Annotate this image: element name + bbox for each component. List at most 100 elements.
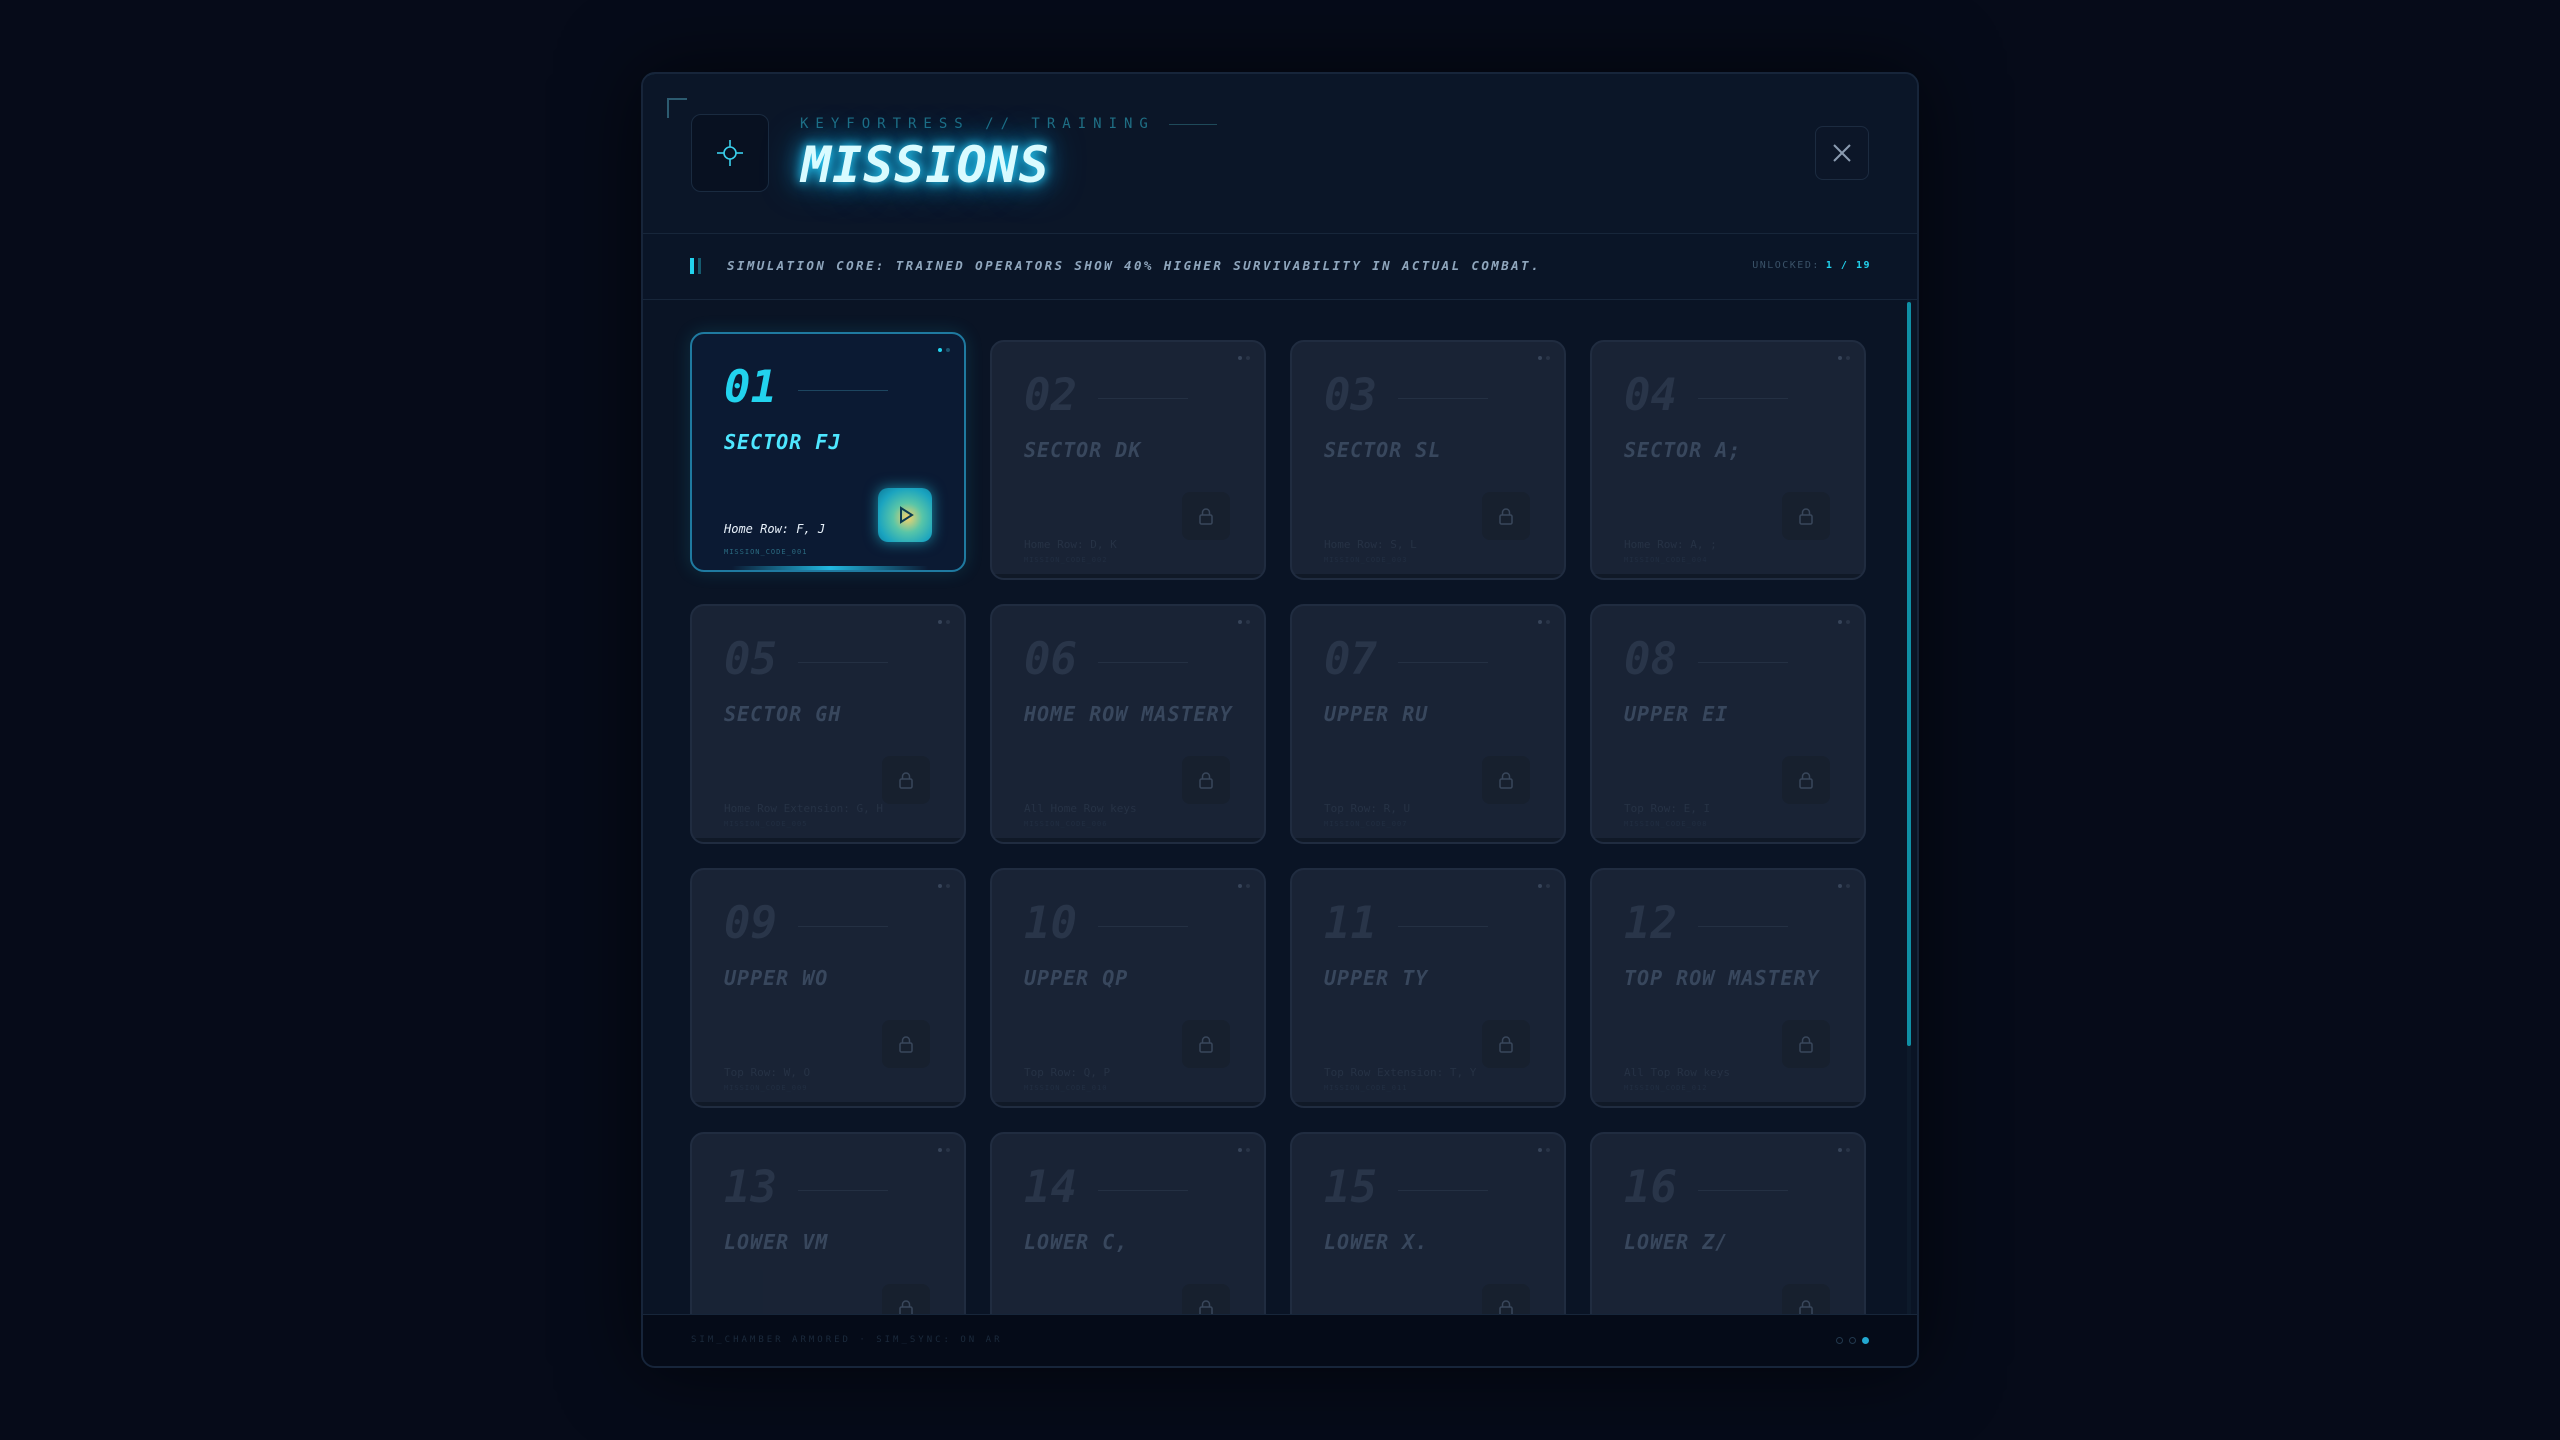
- number-divider: [1098, 662, 1188, 663]
- card-bottom-edge: [1592, 838, 1864, 842]
- card-status-dots: [1538, 884, 1550, 888]
- number-divider: [1398, 926, 1488, 927]
- card-status-dots: [1838, 620, 1850, 624]
- mission-card-11[interactable]: 11 UPPER TY Top Row Extension: T, Y MISSION…: [1290, 868, 1566, 1108]
- mission-card-02[interactable]: 02 SECTOR DK Home Row: D, K MISSION_CODE_00…: [990, 340, 1266, 580]
- mission-card-05[interactable]: 05 SECTOR GH Home Row Extension: G, H MISSI…: [690, 604, 966, 844]
- mission-number: 04: [1624, 370, 1677, 421]
- lock-icon: [1182, 756, 1230, 804]
- number-divider: [1698, 926, 1788, 927]
- info-banner: SIMULATION CORE: TRAINED OPERATORS SHOW …: [643, 234, 1917, 300]
- mission-grid: 01 SECTOR FJ Home Row: F, J MISSION_CODE_00…: [643, 300, 1917, 1368]
- card-status-dots: [1238, 356, 1250, 360]
- missions-modal: KEYFORTRESS // TRAINING MISSIONS SIMULAT…: [641, 72, 1919, 1368]
- mission-number: 06: [1024, 634, 1077, 685]
- banner-text: SIMULATION CORE: TRAINED OPERATORS SHOW …: [727, 258, 1541, 273]
- subtitle-line: [1168, 123, 1217, 125]
- banner-indicator-icon: [690, 258, 701, 274]
- mission-number: 03: [1324, 370, 1377, 421]
- card-bottom-edge: [1292, 838, 1564, 842]
- card-bottom-edge: [692, 1366, 964, 1368]
- mission-name: SECTOR GH: [724, 702, 842, 726]
- modal-header: KEYFORTRESS // TRAINING MISSIONS: [643, 74, 1917, 234]
- mission-name: UPPER WO: [724, 966, 829, 990]
- mission-number: 05: [724, 634, 777, 685]
- mission-number: 01: [724, 362, 777, 413]
- card-bottom-edge: [1592, 1366, 1864, 1368]
- mission-number: 02: [1024, 370, 1077, 421]
- mission-name: LOWER VM: [724, 1230, 829, 1254]
- card-bottom-edge: [992, 1366, 1264, 1368]
- mission-description: Top Row: W, O: [724, 1066, 811, 1079]
- page-dot[interactable]: [1849, 1337, 1856, 1344]
- mission-card-10[interactable]: 10 UPPER QP Top Row: Q, P MISSION_CODE_010: [990, 868, 1266, 1108]
- mission-code: MISSION_CODE_002: [1024, 556, 1108, 564]
- header-subtitle: KEYFORTRESS // TRAINING: [800, 116, 1217, 132]
- mission-name: UPPER TY: [1324, 966, 1429, 990]
- lock-icon: [1782, 492, 1830, 540]
- card-bottom-edge: [1592, 1102, 1864, 1106]
- number-divider: [1398, 398, 1488, 399]
- mission-number: 14: [1024, 1162, 1077, 1213]
- mission-code: MISSION_CODE_007: [1324, 820, 1408, 828]
- number-divider: [1098, 398, 1188, 399]
- card-status-dots: [938, 884, 950, 888]
- unlocked-label: UNLOCKED:: [1752, 260, 1820, 271]
- mission-card-08[interactable]: 08 UPPER EI Top Row: E, I MISSION_CODE_008: [1590, 604, 1866, 844]
- mission-code: MISSION_CODE_008: [1624, 820, 1708, 828]
- card-bottom-edge: [992, 838, 1264, 842]
- number-divider: [1698, 398, 1788, 399]
- close-icon: [1833, 144, 1851, 162]
- mission-card-06[interactable]: 06 HOME ROW MASTERY All Home Row keys MISSI…: [990, 604, 1266, 844]
- card-bottom-edge: [1292, 1366, 1564, 1368]
- scrollbar-thumb[interactable]: [1907, 302, 1911, 1046]
- mission-name: TOP ROW MASTERY: [1624, 966, 1820, 990]
- page-dot[interactable]: [1836, 1337, 1843, 1344]
- mission-code: MISSION_CODE_004: [1624, 556, 1708, 564]
- card-status-dots: [1838, 1148, 1850, 1152]
- mission-number: 13: [724, 1162, 777, 1213]
- active-glow-bar: [732, 566, 928, 570]
- mission-number: 16: [1624, 1162, 1677, 1213]
- mission-card-04[interactable]: 04 SECTOR A; Home Row: A, ; MISSION_CODE_00…: [1590, 340, 1866, 580]
- mission-card-09[interactable]: 09 UPPER WO Top Row: W, O MISSION_CODE_009: [690, 868, 966, 1108]
- mission-name: UPPER RU: [1324, 702, 1429, 726]
- page-title: MISSIONS: [801, 136, 1050, 194]
- close-button[interactable]: [1815, 126, 1869, 180]
- number-divider: [1098, 1190, 1188, 1191]
- mission-description: Home Row: A, ;: [1624, 538, 1717, 551]
- mission-number: 12: [1624, 898, 1677, 949]
- card-status-dots: [1538, 1148, 1550, 1152]
- corner-bracket: [667, 98, 687, 118]
- mission-name: SECTOR A;: [1624, 438, 1742, 462]
- number-divider: [1698, 1190, 1788, 1191]
- mission-card-01[interactable]: 01 SECTOR FJ Home Row: F, J MISSION_CODE_00…: [690, 332, 966, 572]
- lock-icon: [882, 756, 930, 804]
- card-status-dots: [938, 348, 950, 352]
- number-divider: [1098, 926, 1188, 927]
- mission-name: UPPER EI: [1624, 702, 1729, 726]
- card-status-dots: [1838, 356, 1850, 360]
- mission-card-07[interactable]: 07 UPPER RU Top Row: R, U MISSION_CODE_007: [1290, 604, 1566, 844]
- mission-code: MISSION_CODE_009: [724, 1084, 808, 1092]
- lock-icon: [1482, 756, 1530, 804]
- number-divider: [798, 1190, 888, 1191]
- mission-number: 11: [1324, 898, 1377, 949]
- lock-icon: [1782, 756, 1830, 804]
- play-button[interactable]: [878, 488, 932, 542]
- card-status-dots: [1538, 356, 1550, 360]
- subtitle-text: KEYFORTRESS // TRAINING: [800, 116, 1155, 132]
- footer-status: SIM_CHAMBER ARMORED · SIM_SYNC: ON AR: [691, 1335, 1003, 1345]
- mission-description: Home Row: S, L: [1324, 538, 1417, 551]
- mission-number: 15: [1324, 1162, 1377, 1213]
- mission-name: LOWER Z/: [1624, 1230, 1729, 1254]
- mission-card-03[interactable]: 03 SECTOR SL Home Row: S, L MISSION_CODE_00…: [1290, 340, 1566, 580]
- page-dot-active[interactable]: [1862, 1337, 1869, 1344]
- mission-code: MISSION_CODE_010: [1024, 1084, 1108, 1092]
- mission-description: Home Row Extension: G, H: [724, 802, 883, 815]
- card-status-dots: [1238, 620, 1250, 624]
- mission-code: MISSION_CODE_011: [1324, 1084, 1408, 1092]
- mission-card-12[interactable]: 12 TOP ROW MASTERY All Top Row keys MISSION…: [1590, 868, 1866, 1108]
- mission-code: MISSION_CODE_001: [724, 548, 808, 556]
- mission-number: 08: [1624, 634, 1677, 685]
